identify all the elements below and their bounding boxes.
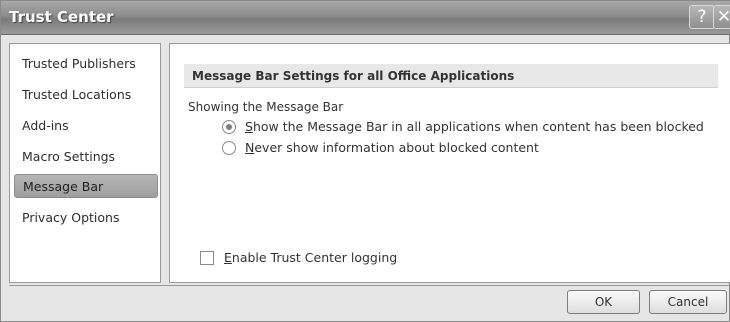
group-label: Showing the Message Bar (188, 100, 344, 114)
settings-panel: Message Bar Settings for all Office Appl… (169, 43, 730, 283)
section-header: Message Bar Settings for all Office Appl… (184, 64, 718, 88)
footer-divider (9, 285, 730, 286)
cancel-button[interactable]: Cancel (649, 290, 727, 314)
dialog-title: Trust Center (9, 8, 114, 26)
checkbox-label: Enable Trust Center logging (224, 250, 398, 265)
radio-label: Show the Message Bar in all applications… (245, 119, 704, 134)
sidebar-item-add-ins[interactable]: Add-ins (22, 114, 69, 138)
trust-center-dialog: Trust Center ? ✕ Trusted Publishers Trus… (0, 0, 730, 322)
close-button[interactable]: ✕ (713, 5, 730, 29)
sidebar-item-privacy-options[interactable]: Privacy Options (22, 206, 119, 230)
radio-button[interactable] (222, 141, 236, 155)
radio-label: Never show information about blocked con… (245, 140, 539, 155)
sidebar-item-macro-settings[interactable]: Macro Settings (22, 145, 115, 169)
sidebar-item-trusted-publishers[interactable]: Trusted Publishers (22, 52, 136, 76)
sidebar-item-message-bar[interactable]: Message Bar (14, 174, 158, 198)
radio-button-selected[interactable] (222, 120, 236, 134)
ok-button[interactable]: OK (567, 290, 640, 314)
logging-checkbox[interactable] (200, 251, 214, 265)
help-button[interactable]: ? (689, 5, 715, 29)
category-sidebar: Trusted Publishers Trusted Locations Add… (9, 43, 161, 283)
title-bar[interactable]: Trust Center ? ✕ (1, 1, 730, 35)
sidebar-item-trusted-locations[interactable]: Trusted Locations (22, 83, 131, 107)
